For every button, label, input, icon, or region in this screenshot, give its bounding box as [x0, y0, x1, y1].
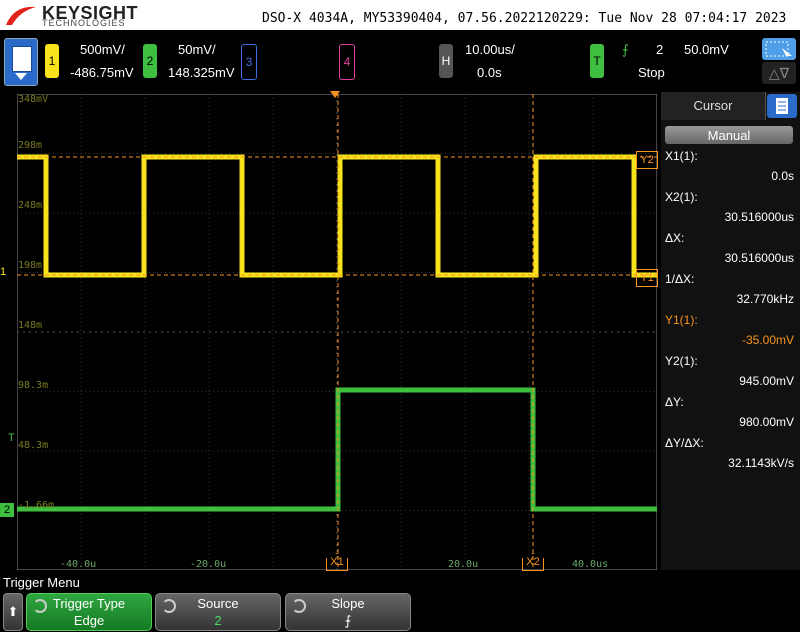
channel-1-scale: 500mV/	[80, 42, 125, 57]
softkey-value: Edge	[73, 613, 105, 628]
softkey-source[interactable]: Source 2	[155, 593, 281, 631]
cursor-readout-value: 32.1143kV/s	[728, 456, 794, 470]
header-bar: KEYSIGHT TECHNOLOGIES DSO-X 4034A, MY533…	[0, 0, 800, 30]
trigger-source: 2	[656, 42, 664, 57]
trigger-level: 50.0mV	[684, 42, 729, 57]
softkey-label: Source	[197, 596, 239, 611]
softkey-trigger-type[interactable]: Trigger Type Edge	[26, 593, 152, 631]
timebase-scale: 10.00us/	[465, 42, 515, 57]
softkey-label: Slope	[331, 596, 365, 611]
menu-page-icon	[12, 46, 32, 72]
trigger-level-marker[interactable]: T	[8, 432, 15, 444]
y-tick-label: 198m	[18, 260, 43, 271]
x-tick-label: -20.0u	[190, 559, 227, 570]
delta-measure-icon[interactable]: △∇	[762, 62, 796, 84]
tab-cursor[interactable]: Cursor	[661, 92, 766, 120]
softkey-menu-title: Trigger Menu	[3, 575, 80, 590]
trigger-edge-icon: ⨍	[622, 42, 629, 57]
keysight-logo-icon	[6, 6, 36, 25]
channel-1-button[interactable]: 1	[45, 44, 59, 78]
y-tick-label: -1.66m	[18, 500, 55, 511]
cursor-readout-value: -35.00mV	[741, 333, 794, 347]
channel-2-offset: 148.325mV	[168, 65, 235, 80]
cursor-mode-icon[interactable]	[762, 38, 796, 60]
channel-1-offset: -486.75mV	[70, 65, 134, 80]
cursor-readout-value: 0.0s	[771, 169, 794, 183]
y-tick-label: 348mV	[18, 94, 49, 105]
cursor-readout-value: 30.516000us	[724, 251, 794, 265]
y-tick-label: 98.3m	[18, 380, 49, 391]
trigger-button[interactable]: T	[590, 44, 604, 78]
x-tick-label: -40.0u	[60, 559, 97, 570]
chevron-down-icon	[15, 73, 27, 80]
cursor-readout-value: 980.00mV	[739, 415, 794, 429]
y-tick-label: 248m	[18, 200, 43, 211]
timebase-delay: 0.0s	[477, 65, 502, 80]
cursor-readout-label: 1/ΔX:	[665, 272, 695, 286]
cursor-readout-value: 30.516000us	[724, 210, 794, 224]
y-tick-label: 48.3m	[18, 440, 49, 451]
cursor-y2-marker[interactable]: Y2	[636, 151, 658, 169]
cursor-readout-label: Y2(1):	[665, 354, 698, 368]
channel-2-ground-marker[interactable]: 2	[0, 503, 14, 517]
panel-menu-icon[interactable]	[767, 94, 797, 118]
y-tick-label: 298m	[18, 140, 43, 151]
softkey-value: ⨍	[344, 613, 352, 628]
y-tick-label: 148m	[18, 320, 43, 331]
cursor-y1-marker[interactable]: Y1	[636, 269, 658, 287]
tab-cursor-label: Cursor	[693, 98, 733, 113]
cursor-readout-label: X2(1):	[665, 190, 698, 204]
main-menu-button[interactable]	[4, 38, 38, 86]
cursor-mode-button[interactable]: Manual	[665, 126, 793, 144]
channel-1-ground-marker[interactable]: 1	[0, 266, 6, 278]
cursor-readout-value: 32.770kHz	[736, 292, 794, 306]
cursor-readout-label: ΔX:	[665, 231, 685, 245]
logo-subtext: TECHNOLOGIES	[42, 18, 126, 28]
menu-up-arrow-icon[interactable]: ⬆	[3, 593, 23, 631]
acquisition-state: Stop	[638, 65, 665, 80]
cursor-readout-label: ΔY:	[665, 395, 684, 409]
status-bar	[0, 30, 800, 92]
cursor-panel: Cursor Manual X1(1): 0.0s X2(1): 30.516000u…	[661, 92, 800, 570]
x-tick-label: 40.0us	[572, 559, 609, 570]
cursor-readout-label: ΔY/ΔX:	[665, 436, 704, 450]
channel-2-button[interactable]: 2	[143, 44, 157, 78]
softkey-value: 2	[214, 613, 222, 628]
x-tick-label: 20.0u	[448, 559, 479, 570]
softkey-slope[interactable]: Slope ⨍	[285, 593, 411, 631]
instrument-title: DSO-X 4034A, MY53390404, 07.56.202212022…	[262, 11, 787, 26]
waveform-display[interactable]	[17, 94, 657, 570]
channel-2-scale: 50mV/	[178, 42, 216, 57]
horizontal-button[interactable]: H	[439, 44, 453, 78]
cursor-mode-label: Manual	[707, 128, 751, 143]
channel-3-button[interactable]: 3	[241, 44, 257, 80]
softkey-label: Trigger Type	[52, 596, 126, 611]
cursor-readout-label: X1(1):	[665, 149, 698, 163]
trigger-position-marker[interactable]	[330, 91, 340, 98]
cursor-readout-value: 945.00mV	[739, 374, 794, 388]
cursor-readout-label: Y1(1):	[665, 313, 698, 327]
channel-4-button[interactable]: 4	[339, 44, 355, 80]
